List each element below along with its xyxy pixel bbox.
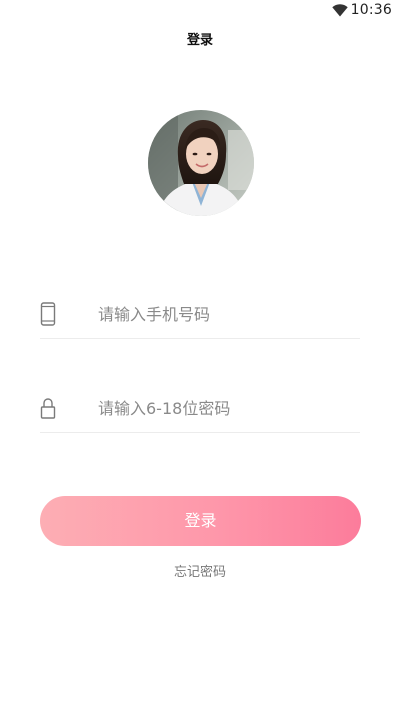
- status-bar: 10:36: [0, 0, 400, 22]
- phone-row: [40, 288, 360, 339]
- wifi-icon: [332, 4, 348, 17]
- login-screen: 10:36 登录 请输入手机号码 登录 忘记密码: [0, 0, 400, 711]
- avatar[interactable]: [148, 110, 254, 216]
- phone-icon: [40, 302, 56, 326]
- status-time: 10:36: [350, 2, 392, 18]
- forgot-password-link[interactable]: 忘记密码: [0, 561, 400, 580]
- lock-icon: [40, 398, 56, 419]
- page-title: 登录: [186, 33, 213, 48]
- phone-input[interactable]: [98, 300, 348, 328]
- password-input[interactable]: [98, 394, 348, 422]
- password-row: [40, 382, 360, 433]
- login-button[interactable]: 登录: [40, 496, 361, 546]
- avatar-photo: [148, 110, 254, 216]
